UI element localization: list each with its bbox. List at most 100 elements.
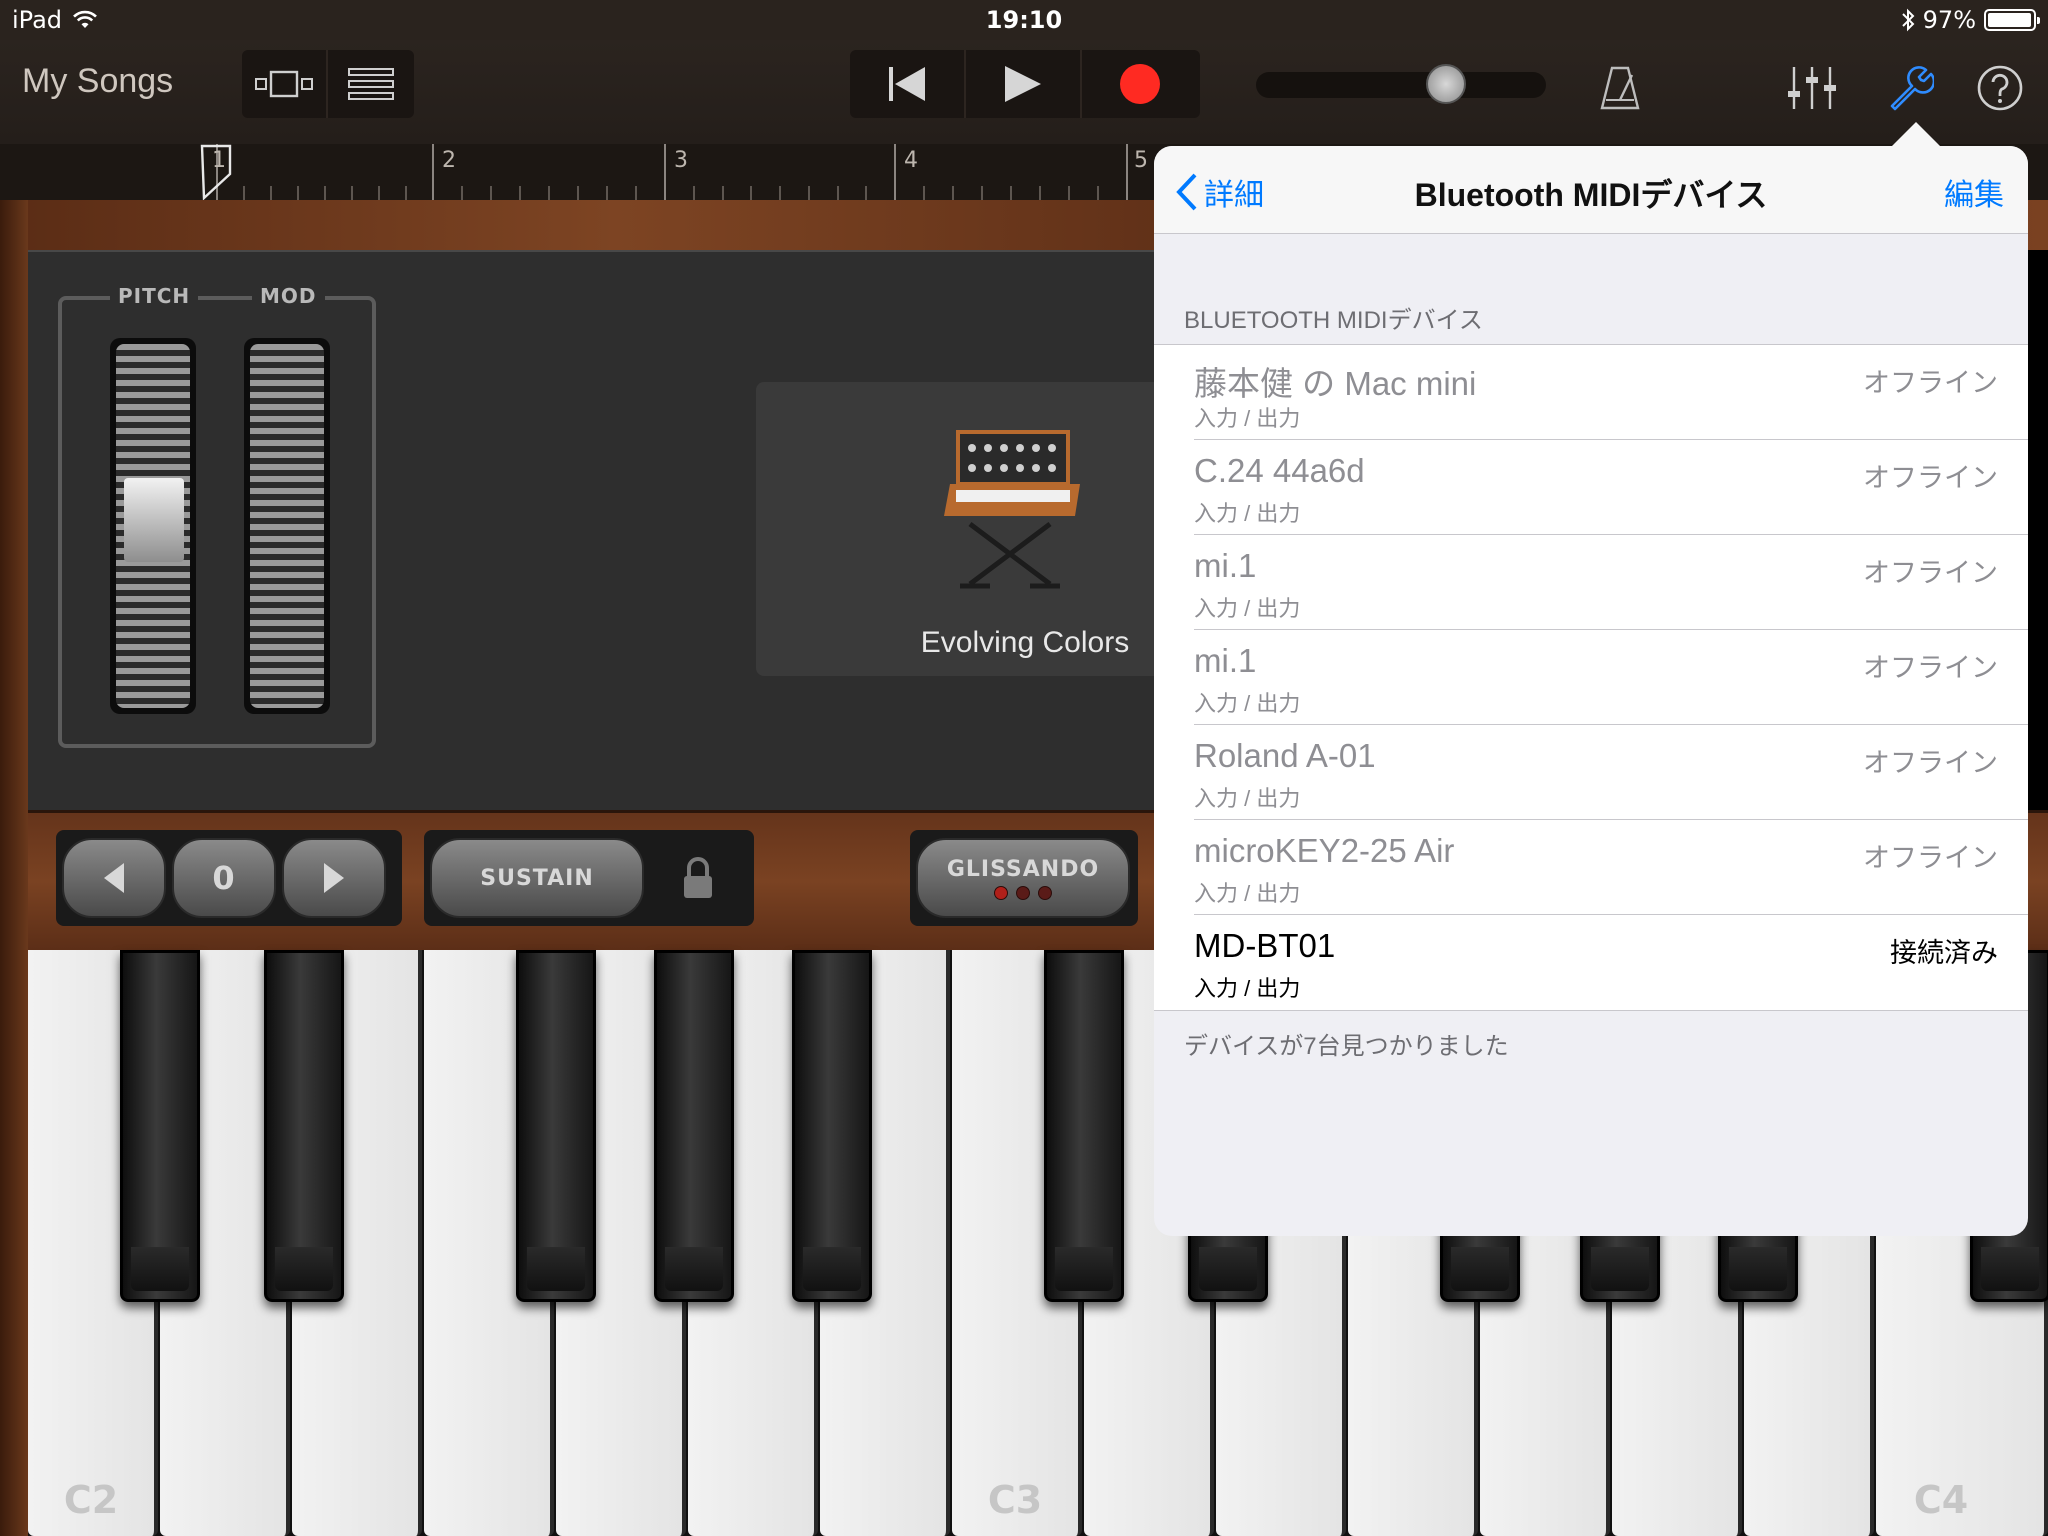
ruler-tick <box>1097 186 1099 200</box>
ruler-tick <box>808 186 810 200</box>
transport-controls <box>850 50 1200 118</box>
ruler-tick <box>865 186 867 200</box>
help-button[interactable] <box>1972 60 2028 116</box>
device-name: MD-BT01 <box>1194 927 1336 964</box>
ruler-tick <box>750 186 752 200</box>
ruler-tick <box>577 186 579 200</box>
device-io: 入力 / 出力 <box>1194 691 1301 716</box>
instrument-view-button[interactable] <box>242 50 328 118</box>
ruler-tick <box>837 186 839 200</box>
clock: 19:10 <box>985 6 1063 34</box>
device-status: オフライン <box>1863 653 1998 683</box>
pitch-label: PITCH <box>110 284 199 308</box>
black-key[interactable] <box>120 950 200 1302</box>
tracks-view-icon <box>348 68 394 100</box>
glissando-indicators <box>994 885 1052 900</box>
play-icon <box>1005 66 1041 102</box>
device-name: Roland A-01 <box>1194 737 1376 774</box>
pitch-mod-wheels: PITCH MOD <box>58 284 376 748</box>
key-label-c3: C3 <box>987 1478 1043 1522</box>
popover-nav-bar: 詳細 Bluetooth MIDIデバイス 編集 <box>1154 146 2028 234</box>
bar-number: 4 <box>904 148 918 173</box>
ruler-tick <box>297 186 299 200</box>
play-button[interactable] <box>966 50 1082 118</box>
indicator-led <box>1016 885 1030 900</box>
my-songs-button[interactable]: My Songs <box>22 62 173 101</box>
device-row[interactable]: 藤本健 の Mac mini 入力 / 出力 オフライン <box>1194 345 2028 440</box>
rewind-button[interactable] <box>850 50 966 118</box>
instrument-view-icon <box>255 70 313 98</box>
playhead-icon[interactable] <box>200 144 232 200</box>
ruler-tick <box>952 186 954 200</box>
metronome-icon <box>1600 66 1640 110</box>
ruler-tick <box>779 186 781 200</box>
battery-level <box>1988 13 2031 27</box>
device-status: オフライン <box>1863 558 1998 588</box>
edit-button[interactable]: 編集 <box>1944 170 2004 214</box>
device-row-connected[interactable]: MD-BT01 入力 / 出力 接続済み <box>1194 915 2028 1010</box>
indicator-led <box>994 885 1008 900</box>
synthesizer-icon <box>944 430 1080 589</box>
device-io: 入力 / 出力 <box>1194 976 1301 1001</box>
ruler-tick <box>693 186 695 200</box>
indicator-led <box>1038 885 1052 900</box>
mod-wheel[interactable] <box>244 338 330 714</box>
mixer-button[interactable] <box>1784 60 1840 116</box>
device-status: 接続済み <box>1890 938 1998 968</box>
device-name: C.24 44a6d <box>1194 452 1365 489</box>
ruler-tick <box>405 186 407 200</box>
battery-icon <box>1984 9 2040 31</box>
record-icon <box>1120 64 1160 104</box>
view-toggle-group <box>242 50 414 118</box>
status-bar: iPad 19:10 97% <box>0 0 2048 40</box>
device-row[interactable]: mi.1 入力 / 出力 オフライン <box>1194 630 2028 725</box>
device-io: 入力 / 出力 <box>1194 881 1301 906</box>
device-row[interactable]: C.24 44a6d 入力 / 出力 オフライン <box>1194 440 2028 535</box>
sustain-button[interactable]: SUSTAIN <box>430 838 644 918</box>
device-io: 入力 / 出力 <box>1194 406 1301 431</box>
device-row[interactable]: Roland A-01 入力 / 出力 オフライン <box>1194 725 2028 820</box>
toolbar: My Songs <box>0 40 2048 144</box>
go-to-beginning-icon <box>889 67 925 101</box>
tracks-view-button[interactable] <box>328 50 414 118</box>
lock-icon <box>684 857 712 898</box>
octave-down-button[interactable] <box>62 838 166 918</box>
ruler-tick <box>635 186 637 200</box>
glissando-button[interactable]: GLISSANDO <box>916 838 1130 918</box>
wrench-icon <box>1890 66 1934 111</box>
octave-up-button[interactable] <box>282 838 386 918</box>
black-key[interactable] <box>654 950 734 1302</box>
ruler-tick <box>270 186 272 200</box>
popover-arrow <box>1890 122 1942 148</box>
ruler-tick <box>461 186 463 200</box>
record-button[interactable] <box>1082 50 1198 118</box>
metronome-button[interactable] <box>1592 60 1648 116</box>
black-key[interactable] <box>1044 950 1124 1302</box>
bar-number: 5 <box>1134 148 1148 173</box>
device-row[interactable]: microKEY2-25 Air 入力 / 出力 オフライン <box>1194 820 2028 915</box>
device-status: オフライン <box>1863 748 1998 778</box>
black-key[interactable] <box>264 950 344 1302</box>
device-name: mi.1 <box>1194 642 1257 679</box>
pitch-wheel-handle[interactable] <box>124 478 184 562</box>
device-name: microKEY2-25 Air <box>1194 832 1455 869</box>
ruler-tick <box>606 186 608 200</box>
black-key[interactable] <box>516 950 596 1302</box>
ruler-tick <box>548 186 550 200</box>
ruler-tick <box>351 186 353 200</box>
octave-control: 0 <box>56 830 402 926</box>
sustain-control: SUSTAIN <box>424 830 754 926</box>
settings-button[interactable] <box>1882 60 1938 116</box>
device-row[interactable]: mi.1 入力 / 出力 オフライン <box>1194 535 2028 630</box>
pitch-wheel[interactable] <box>110 338 196 714</box>
volume-slider-knob[interactable] <box>1426 64 1466 104</box>
wood-panel-side <box>0 200 28 1536</box>
master-volume-slider[interactable] <box>1256 64 1546 104</box>
black-key[interactable] <box>792 950 872 1302</box>
bluetooth-icon <box>1901 8 1915 32</box>
sustain-lock-button[interactable] <box>650 856 746 900</box>
mod-label: MOD <box>252 284 325 308</box>
help-icon <box>1977 65 2023 111</box>
device-name: mi.1 <box>1194 547 1257 584</box>
device-io: 入力 / 出力 <box>1194 596 1301 621</box>
